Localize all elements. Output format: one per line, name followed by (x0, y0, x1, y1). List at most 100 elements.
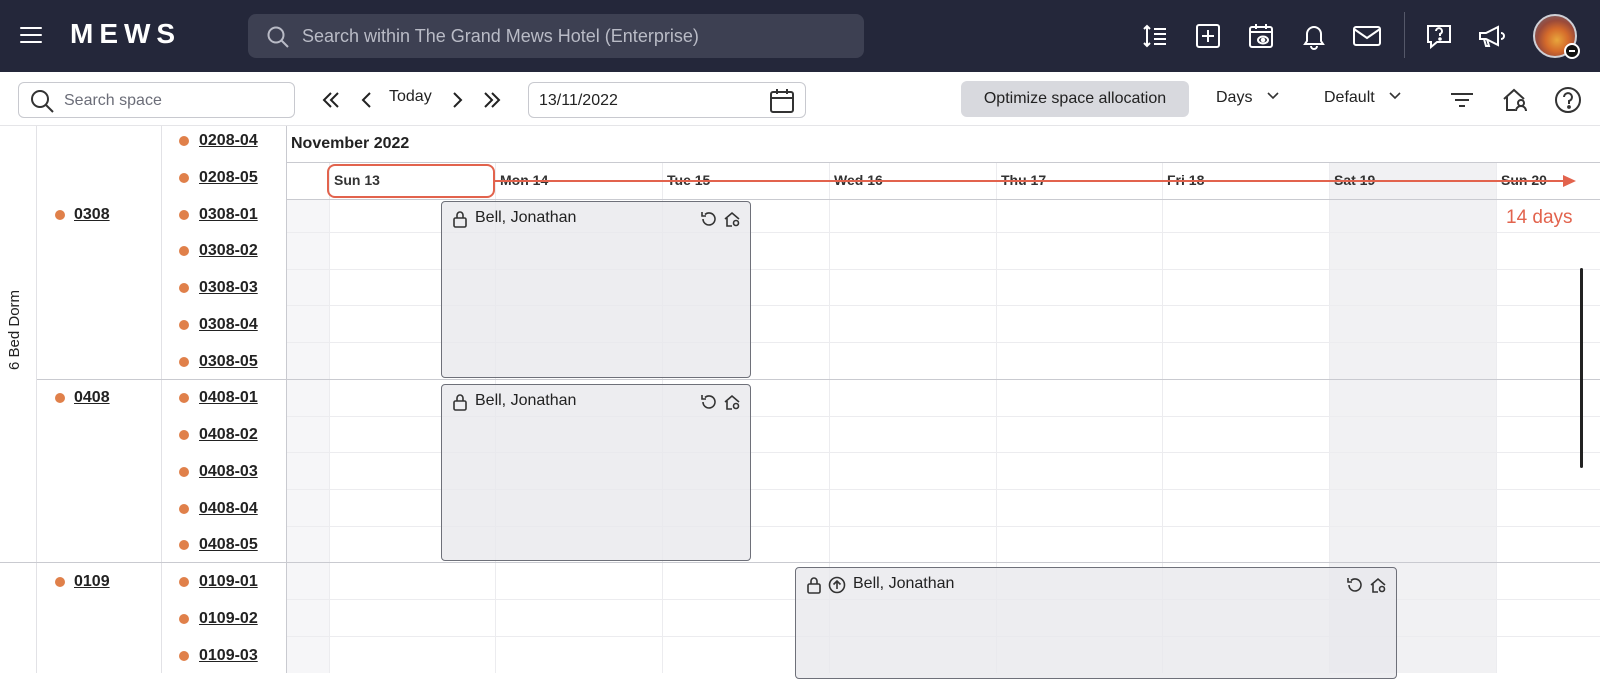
search-icon (31, 90, 54, 113)
days-dropdown-label: Days (1216, 89, 1253, 106)
global-search-input[interactable]: Search within The Grand Mews Hotel (Ente… (248, 14, 864, 58)
calendar-icon[interactable] (769, 88, 795, 114)
top-navigation-bar: MEWS Search within The Grand Mews Hotel … (0, 0, 1600, 72)
refresh-icon[interactable] (700, 393, 718, 411)
status-dot (179, 210, 189, 220)
bed-link[interactable]: 0109-02 (199, 610, 258, 628)
default-dropdown-label: Default (1324, 89, 1375, 106)
room-link-0408[interactable]: 0408 (74, 389, 110, 407)
space-search-input[interactable]: Search space (18, 82, 295, 118)
mail-icon[interactable] (1351, 20, 1383, 52)
date-picker-input[interactable]: 13/11/2022 (528, 82, 806, 118)
status-dot (179, 430, 189, 440)
date-value: 13/11/2022 (539, 92, 618, 109)
room-group-separator (37, 379, 1600, 380)
user-avatar[interactable] (1533, 14, 1580, 59)
housekeeping-icon[interactable] (1499, 84, 1531, 116)
lock-icon (453, 394, 467, 411)
reservation-block[interactable]: Bell, Jonathan (441, 384, 751, 561)
today-button[interactable]: Today (389, 88, 432, 106)
megaphone-icon[interactable] (1476, 20, 1508, 52)
help-chat-icon[interactable] (1423, 20, 1455, 52)
status-dot (179, 173, 189, 183)
annotation-label: 14 days (1506, 207, 1573, 228)
status-dot (179, 614, 189, 624)
search-icon (267, 26, 289, 48)
menu-icon[interactable] (20, 27, 42, 45)
bed-link[interactable]: 0208-05 (199, 169, 258, 187)
optimize-space-allocation-button[interactable]: Optimize space allocation (961, 81, 1189, 117)
calendar-view-icon[interactable] (1245, 20, 1277, 52)
reservation-block[interactable]: Bell, Jonathan (441, 201, 751, 378)
reservation-block[interactable]: Bell, Jonathan (795, 567, 1397, 679)
double-chevron-right-icon[interactable] (478, 86, 506, 114)
housekeeping-status-icon[interactable] (723, 393, 741, 411)
status-dot (179, 393, 189, 403)
status-dot (179, 577, 189, 587)
toolbar-separator (1404, 12, 1405, 58)
bed-link[interactable]: 0408-05 (199, 536, 258, 554)
double-chevron-left-icon[interactable] (317, 86, 345, 114)
header-divider (287, 199, 1600, 200)
month-label: November 2022 (291, 135, 410, 152)
help-icon[interactable] (1552, 84, 1584, 116)
column-divider (161, 126, 162, 673)
bed-link[interactable]: 0408-02 (199, 426, 258, 444)
bed-link[interactable]: 0308-04 (199, 316, 258, 334)
bed-link[interactable]: 0308-03 (199, 279, 258, 297)
bell-icon[interactable] (1298, 20, 1330, 52)
status-dot (179, 504, 189, 514)
chevron-down-icon (1267, 92, 1279, 100)
housekeeping-status-icon[interactable] (1369, 576, 1387, 594)
header-divider (287, 162, 1600, 163)
status-dot (179, 136, 189, 146)
day-divider (329, 163, 330, 673)
status-dot (179, 283, 189, 293)
housekeeping-status-icon[interactable] (723, 210, 741, 228)
mews-logo[interactable]: MEWS (70, 18, 181, 50)
refresh-icon[interactable] (1346, 576, 1364, 594)
refresh-icon[interactable] (700, 210, 718, 228)
global-search-placeholder: Search within The Grand Mews Hotel (Ente… (302, 26, 699, 46)
bed-link[interactable]: 0308-01 (199, 206, 258, 224)
add-icon[interactable] (1192, 20, 1224, 52)
bed-link[interactable]: 0308-02 (199, 242, 258, 260)
bed-link[interactable]: 0408-01 (199, 389, 258, 407)
chevron-left-icon[interactable] (353, 86, 381, 114)
scrollbar[interactable] (1580, 268, 1583, 468)
room-link-0308[interactable]: 0308 (74, 206, 110, 224)
guest-name: Bell, Jonathan (475, 209, 577, 226)
bed-link[interactable]: 0208-04 (199, 132, 258, 150)
lock-icon (807, 577, 821, 594)
bed-link[interactable]: 0109-01 (199, 573, 258, 591)
bed-link[interactable]: 0408-03 (199, 463, 258, 481)
column-divider (286, 126, 287, 673)
filter-icon[interactable] (1446, 84, 1478, 116)
status-dot (55, 210, 65, 220)
chevron-down-icon (1389, 92, 1401, 100)
status-dot (55, 393, 65, 403)
bed-link[interactable]: 0109-03 (199, 647, 258, 665)
upgrade-arrow-icon (828, 576, 846, 594)
status-dot (55, 577, 65, 587)
guest-name: Bell, Jonathan (475, 392, 577, 409)
past-time-shading (287, 200, 329, 673)
days-dropdown[interactable]: Days (1216, 89, 1279, 107)
default-dropdown[interactable]: Default (1324, 89, 1401, 107)
status-dot (179, 320, 189, 330)
annotation-arrow-line (495, 180, 1565, 182)
current-day-highlight (327, 164, 495, 198)
room-link-0109[interactable]: 0109 (74, 573, 110, 591)
annotation-arrow-head (1563, 175, 1576, 187)
lock-icon (453, 211, 467, 228)
category-separator (0, 562, 1600, 563)
category-column (0, 126, 37, 673)
space-search-placeholder: Search space (64, 92, 162, 109)
timeline-toolbar: Search space Today 13/11/2022 Optimize s… (0, 72, 1600, 126)
status-dot (179, 357, 189, 367)
bed-link[interactable]: 0408-04 (199, 500, 258, 518)
guest-name: Bell, Jonathan (853, 575, 955, 592)
sort-icon[interactable] (1139, 20, 1171, 52)
bed-link[interactable]: 0308-05 (199, 353, 258, 371)
chevron-right-icon[interactable] (443, 86, 471, 114)
